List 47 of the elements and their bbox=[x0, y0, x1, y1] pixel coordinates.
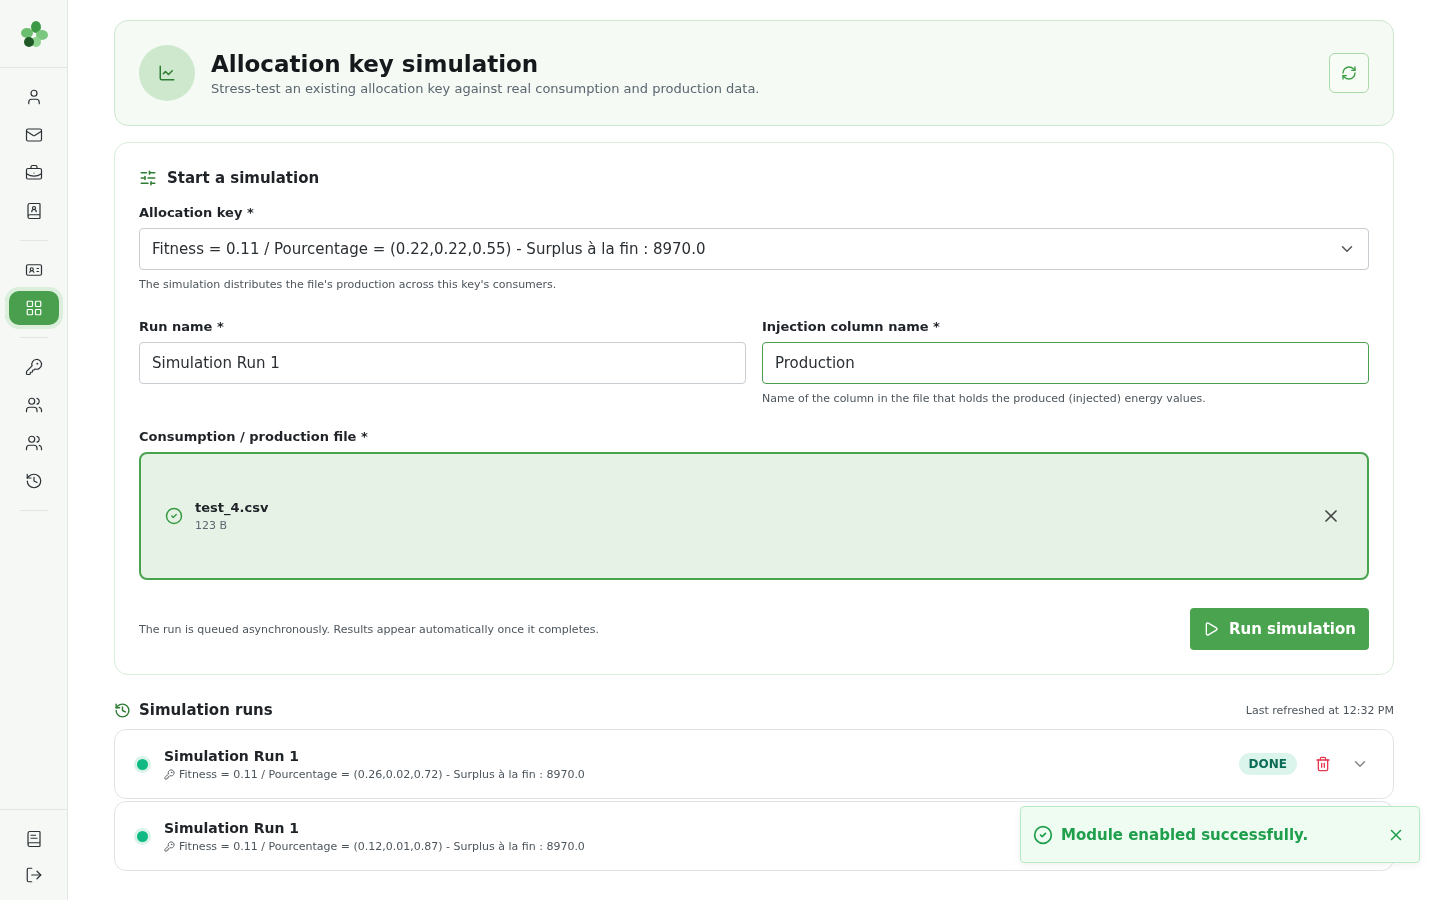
briefcase-icon bbox=[24, 164, 43, 182]
file-dropzone[interactable]: test_4.csv 123 B bbox=[139, 452, 1369, 580]
history-icon bbox=[24, 472, 43, 490]
mail-icon bbox=[24, 126, 43, 144]
section-title: Simulation runs bbox=[139, 701, 273, 719]
file-size: 123 B bbox=[195, 519, 229, 532]
injection-column-field[interactable]: Production bbox=[762, 342, 1369, 384]
allocation-key-select[interactable]: Fitness = 0.11 / Pourcentage = (0.22,0.22,0.55) - Surplus à la fin : 8970.0 bbox=[139, 228, 1369, 270]
grid-icon bbox=[24, 299, 43, 317]
users-icon bbox=[24, 434, 43, 452]
status-badge: DONE bbox=[1238, 753, 1297, 775]
check-circle-icon bbox=[165, 507, 183, 525]
check-circle-icon bbox=[1033, 824, 1053, 845]
file-name: test_4.csv bbox=[195, 500, 269, 515]
chart-icon bbox=[139, 45, 195, 101]
run-key: Fitness = 0.11 / Pourcentage = (0.12,0.01,0.87) - Surplus à la fin : 8970.0 bbox=[179, 839, 585, 853]
history-icon bbox=[114, 701, 131, 719]
key-icon bbox=[164, 768, 175, 780]
sliders-icon bbox=[139, 169, 157, 187]
help-text: The simulation distributes the file's production across this key's consumers. bbox=[139, 278, 558, 291]
run-name: Simulation Run 1 bbox=[164, 819, 300, 836]
run-name-field[interactable]: Simulation Run 1 bbox=[139, 342, 746, 384]
logout-icon bbox=[24, 866, 43, 884]
page-subtitle: Stress-test an existing allocation key against real consumption and production data. bbox=[211, 80, 760, 96]
key-icon bbox=[24, 358, 43, 376]
field-label: Consumption / production file * bbox=[139, 429, 369, 444]
book-icon bbox=[24, 830, 43, 848]
page-title: Allocation key simulation bbox=[211, 50, 540, 77]
clover-logo bbox=[19, 19, 48, 48]
field-label: Run name * bbox=[139, 319, 225, 334]
refresh-icon bbox=[1341, 65, 1357, 81]
run-key: Fitness = 0.11 / Pourcentage = (0.26,0.02,0.72) - Surplus à la fin : 8970.0 bbox=[179, 767, 585, 781]
users-icon bbox=[24, 396, 43, 414]
field-label: Allocation key * bbox=[139, 205, 255, 220]
toast-message: Module enabled successfully. bbox=[1061, 825, 1309, 844]
help-text: Name of the column in the file that holds the produced (injected) energy values. bbox=[762, 392, 1207, 405]
queue-note: The run is queued asynchronously. Results appear automatically once it completes. bbox=[139, 622, 599, 636]
refreshed-time: Last refreshed at 12:32 PM bbox=[1245, 703, 1394, 717]
run-name: Simulation Run 1 bbox=[164, 747, 300, 764]
idcard-icon bbox=[24, 261, 43, 279]
field-label: Injection column name * bbox=[762, 319, 941, 334]
section-title: Start a simulation bbox=[167, 169, 320, 187]
run-card[interactable]: Simulation Run 1 Fitness = 0.11 / Pourcentage = (0.26,0.02,0.72) - Surplus à la fin : 8970.0 DONE bbox=[114, 729, 1394, 799]
contacts-icon bbox=[24, 202, 43, 220]
key-icon bbox=[164, 840, 175, 852]
refresh-button[interactable] bbox=[1329, 53, 1369, 93]
trash-icon bbox=[1315, 756, 1331, 772]
